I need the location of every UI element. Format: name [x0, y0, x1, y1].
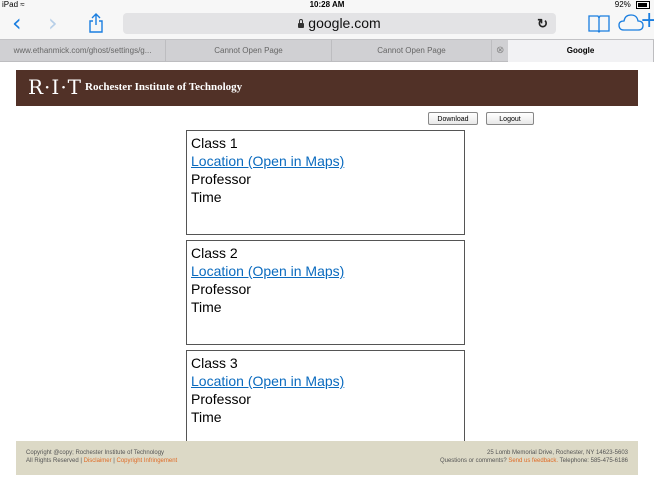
- page-content: R·I·T Rochester Institute of Technology …: [0, 62, 654, 488]
- class-professor: Professor: [191, 391, 251, 407]
- browser-toolbar: ‹ › google.com ↻ +: [0, 9, 654, 39]
- class-name: Class 2: [191, 245, 238, 261]
- class-card-3: Class 3 Location (Open in Maps) Professo…: [186, 350, 465, 455]
- download-button[interactable]: Download: [428, 112, 478, 125]
- institute-name: Rochester Institute of Technology: [85, 81, 243, 93]
- bookmarks-icon[interactable]: [588, 13, 610, 38]
- reload-icon[interactable]: ↻: [537, 13, 548, 34]
- close-tab-icon[interactable]: ⊗: [496, 40, 504, 62]
- class-card-2: Class 2 Location (Open in Maps) Professo…: [186, 240, 465, 345]
- tab-cannot-open-1[interactable]: Cannot Open Page: [166, 40, 332, 62]
- class-time: Time: [191, 299, 222, 315]
- tab-bar: www.ethanmick.com/ghost/settings/g... Ca…: [0, 39, 654, 62]
- address-text: google.com: [308, 15, 381, 31]
- class-professor: Professor: [191, 281, 251, 297]
- footer-separator: |: [113, 458, 115, 464]
- back-button[interactable]: ‹: [12, 11, 22, 35]
- feedback-link[interactable]: Send us feedback.: [508, 458, 558, 464]
- footer-rights: All Rights Reserved |: [26, 458, 82, 464]
- forward-button[interactable]: ›: [48, 11, 58, 35]
- class-name: Class 3: [191, 355, 238, 371]
- status-bar: iPad ≈ 10:28 AM 92%: [0, 0, 654, 9]
- new-tab-icon[interactable]: +: [640, 10, 654, 32]
- tab-ethanmick[interactable]: www.ethanmick.com/ghost/settings/g...: [0, 40, 166, 62]
- lock-icon: [298, 18, 305, 28]
- address-bar[interactable]: google.com ↻: [123, 13, 556, 34]
- logout-button[interactable]: Logout: [486, 112, 534, 125]
- rit-logo: R·I·T: [28, 75, 83, 99]
- location-link[interactable]: Location (Open in Maps): [191, 372, 464, 390]
- class-time: Time: [191, 409, 222, 425]
- tab-google[interactable]: Google: [508, 40, 654, 62]
- class-name: Class 1: [191, 135, 238, 151]
- footer-telephone: Telephone: 585-475-6186: [559, 458, 628, 464]
- rit-header: R·I·T Rochester Institute of Technology: [16, 70, 638, 106]
- class-time: Time: [191, 189, 222, 205]
- tab-cannot-open-2[interactable]: Cannot Open Page: [332, 40, 492, 62]
- location-link[interactable]: Location (Open in Maps): [191, 262, 464, 280]
- page-footer: Copyright @copy; Rochester Institute of …: [16, 441, 638, 475]
- footer-questions: Questions or comments?: [439, 458, 507, 464]
- status-time: 10:28 AM: [309, 0, 345, 9]
- footer-address: 25 Lomb Memorial Drive, Rochester, NY 14…: [487, 450, 628, 456]
- class-professor: Professor: [191, 171, 251, 187]
- disclaimer-link[interactable]: Disclaimer: [84, 458, 112, 464]
- battery-percent: 92%: [614, 0, 631, 9]
- location-link[interactable]: Location (Open in Maps): [191, 152, 464, 170]
- footer-copyright: Copyright @copy; Rochester Institute of …: [26, 450, 165, 456]
- class-card-1: Class 1 Location (Open in Maps) Professo…: [186, 130, 465, 235]
- copyright-infringement-link[interactable]: Copyright Infringement: [117, 458, 178, 464]
- share-icon[interactable]: [88, 13, 104, 38]
